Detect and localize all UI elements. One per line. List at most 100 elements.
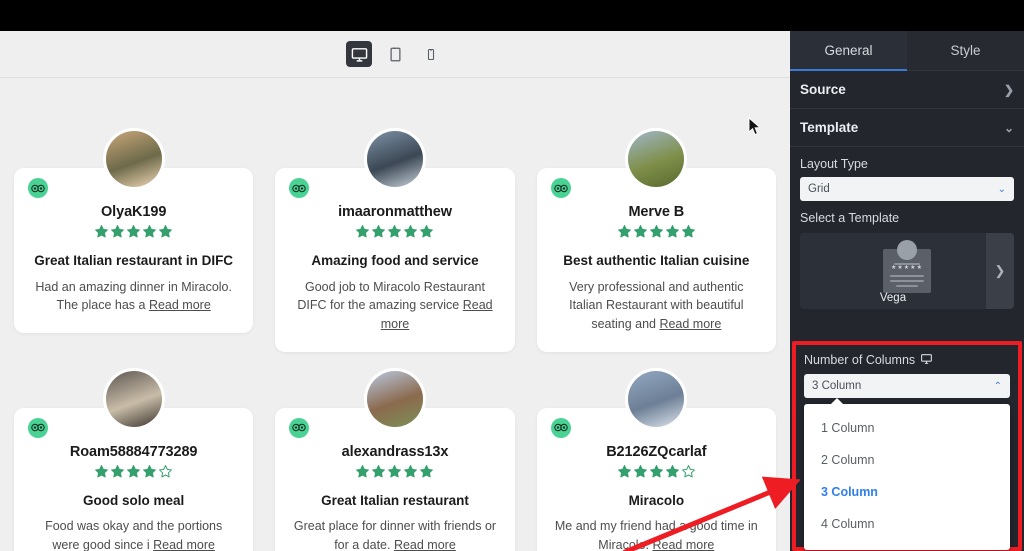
review-card: imaaronmatthew Amazing food and service Go… — [275, 128, 515, 352]
source-label: Source — [800, 82, 846, 97]
number-of-columns-label-row: Number of Columns — [804, 352, 1010, 368]
screenshot-root: OlyaK199 Great Italian restaurant in DIFC… — [0, 0, 1024, 551]
review-card-body: Roam58884773289 Good solo meal Food was ok… — [14, 367, 254, 551]
chevron-down-icon: ⌄ — [997, 183, 1006, 195]
tripadvisor-owl-icon — [28, 417, 48, 438]
review-author: Merve B — [628, 204, 685, 220]
tab-general[interactable]: General — [790, 31, 907, 71]
browser-black-bar — [0, 0, 1024, 31]
template-next-button[interactable]: ❯ — [986, 233, 1014, 309]
tablet-preview-button[interactable] — [382, 41, 408, 67]
star-rating — [30, 464, 237, 479]
desktop-preview-button[interactable] — [346, 41, 372, 67]
review-title: Great Italian restaurant in DIFC — [34, 253, 234, 268]
review-card: alexandrass13x Great Italian restaurant Gr… — [275, 367, 515, 551]
tripadvisor-owl-icon — [28, 178, 48, 198]
mobile-preview-button[interactable] — [418, 41, 444, 67]
review-card-body: imaaronmatthew Amazing food and service Go… — [275, 128, 515, 352]
thumbnail-stars: ★★★★★ — [891, 265, 923, 271]
review-body: Very professional and authentic Italian … — [553, 278, 760, 334]
number-of-columns-select[interactable]: 3 Column ⌃ — [804, 374, 1010, 398]
red-highlight-box: Number of Columns 3 Column ⌃ 1 Column 2 C… — [792, 341, 1022, 551]
read-more-link[interactable]: Read more — [659, 317, 721, 331]
device-preview-toolbar — [0, 31, 790, 78]
review-author: Roam58884773289 — [69, 443, 198, 460]
review-body: Food was okay and the portions were good… — [30, 517, 237, 551]
number-of-columns-section: Number of Columns 3 Column ⌃ 1 Column 2 C… — [796, 345, 1018, 550]
tripadvisor-owl-icon — [289, 417, 310, 438]
desktop-responsive-icon[interactable] — [920, 352, 933, 368]
avatar — [363, 367, 426, 430]
tab-general-label: General — [824, 43, 873, 58]
tripadvisor-owl-icon — [289, 178, 310, 198]
tab-style-label: Style — [950, 43, 981, 58]
layout-type-select[interactable]: Grid ⌄ — [800, 177, 1014, 201]
panel-row-template[interactable]: Template ⌄ — [790, 109, 1024, 147]
layout-type-value: Grid — [808, 183, 830, 195]
review-card: Merve B Best authentic Italian cuisine Ver… — [536, 128, 776, 352]
review-body: Me and my friend had a good time in Mira… — [553, 517, 760, 551]
review-author: B2126ZQcarlaf — [606, 443, 707, 460]
tripadvisor-owl-icon — [550, 417, 571, 438]
thumbnail-line — [890, 280, 924, 282]
panel-tabs: General Style — [790, 31, 1024, 71]
template-card-vega[interactable]: ★★★★★ Vega ❯ — [800, 233, 1014, 309]
review-title: Good solo meal — [83, 492, 185, 508]
avatar — [363, 128, 426, 190]
select-template-section: Select a Template ★★★★★ Vega ❯ — [790, 201, 1024, 309]
review-author: alexandrass13x — [341, 443, 449, 460]
star-rating — [553, 224, 760, 239]
review-card-body: Merve B Best authentic Italian cuisine Ver… — [536, 128, 776, 352]
dropdown-option[interactable]: 1 Column — [804, 412, 1010, 444]
reviews-canvas: OlyaK199 Great Italian restaurant in DIFC… — [0, 79, 790, 551]
reviews-grid: OlyaK199 Great Italian restaurant in DIFC… — [0, 79, 790, 551]
dropdown-option[interactable]: 4 Column — [804, 508, 1010, 540]
review-card: OlyaK199 Great Italian restaurant in DIFC… — [14, 128, 254, 352]
tablet-icon — [388, 46, 403, 63]
thumbnail-line — [890, 275, 924, 277]
tab-style[interactable]: Style — [907, 31, 1024, 70]
review-title: Miracolo — [628, 492, 685, 508]
read-more-link[interactable]: Read more — [394, 538, 456, 551]
review-title: Amazing food and service — [311, 253, 479, 268]
template-label: Template — [800, 120, 859, 135]
review-body: Had an amazing dinner in Miracolo. The p… — [30, 278, 237, 316]
avatar — [102, 128, 165, 190]
dropdown-option[interactable]: 3 Column — [804, 476, 1010, 508]
star-rating — [30, 224, 237, 239]
read-more-link[interactable]: Read more — [652, 538, 714, 551]
star-rating — [291, 224, 498, 239]
review-author: OlyaK199 — [101, 204, 167, 220]
layout-type-section: Layout Type Grid ⌄ — [790, 147, 1024, 201]
read-more-link[interactable]: Read more — [149, 298, 211, 312]
star-rating — [553, 464, 760, 479]
review-card: Roam58884773289 Good solo meal Food was ok… — [14, 367, 254, 551]
chevron-up-icon: ⌃ — [993, 380, 1002, 392]
review-card: B2126ZQcarlaf Miracolo Me and my friend ha… — [536, 367, 776, 551]
thumbnail-avatar-shape — [897, 240, 917, 260]
panel-row-source[interactable]: Source ❯ — [790, 71, 1024, 109]
review-card-body: alexandrass13x Great Italian restaurant Gr… — [275, 367, 515, 551]
chevron-right-icon: ❯ — [994, 263, 1006, 278]
avatar — [102, 367, 165, 430]
select-template-label: Select a Template — [800, 211, 900, 225]
tripadvisor-owl-icon — [550, 178, 571, 198]
avatar — [625, 128, 688, 190]
review-body-text: Good job to Miracolo Restaurant DIFC for… — [297, 279, 485, 313]
mobile-icon — [425, 46, 437, 63]
settings-panel: General Style Source ❯ Template ⌄ Layout… — [790, 31, 1024, 551]
preview-area: OlyaK199 Great Italian restaurant in DIFC… — [0, 31, 790, 551]
review-card-body: OlyaK199 Great Italian restaurant in DIFC… — [14, 128, 254, 334]
review-title: Great Italian restaurant — [321, 492, 469, 508]
template-name: Vega — [879, 292, 907, 304]
number-of-columns-value: 3 Column — [812, 380, 862, 392]
thumbnail-line — [896, 285, 918, 287]
review-author: imaaronmatthew — [338, 204, 452, 220]
read-more-link[interactable]: Read more — [153, 538, 215, 551]
star-rating — [291, 464, 498, 479]
chevron-right-icon: ❯ — [1003, 82, 1014, 97]
number-of-columns-label: Number of Columns — [804, 353, 916, 367]
number-of-columns-dropdown: 1 Column 2 Column 3 Column 4 Column — [804, 398, 1010, 550]
dropdown-option[interactable]: 2 Column — [804, 444, 1010, 476]
review-card-body: B2126ZQcarlaf Miracolo Me and my friend ha… — [536, 367, 776, 551]
